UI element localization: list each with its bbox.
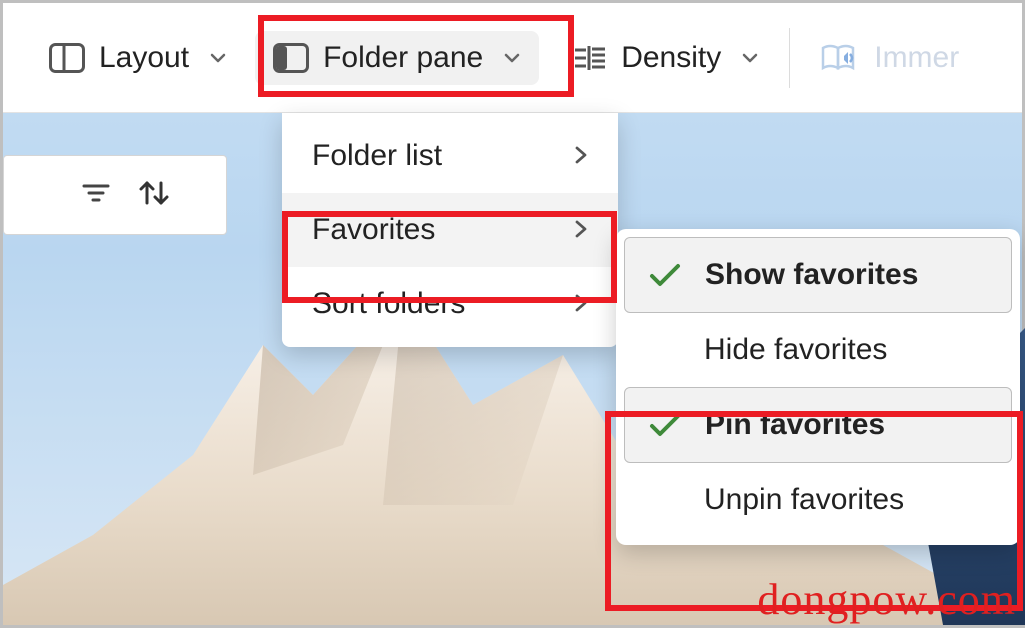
menu-item-label: Hide favorites bbox=[704, 333, 887, 367]
check-placeholder bbox=[646, 335, 682, 365]
ribbon: Layout Folder pane Dens bbox=[3, 3, 1022, 113]
density-label: Density bbox=[621, 41, 721, 75]
folder-pane-icon bbox=[273, 43, 309, 73]
menu-item-label: Pin favorites bbox=[705, 408, 885, 442]
menu-item-label: Favorites bbox=[312, 213, 435, 247]
menu-item-pin-favorites[interactable]: Pin favorites bbox=[624, 387, 1012, 463]
check-icon bbox=[647, 410, 683, 440]
chevron-right-icon bbox=[574, 213, 588, 247]
menu-item-show-favorites[interactable]: Show favorites bbox=[624, 237, 1012, 313]
menu-item-label: Show favorites bbox=[705, 258, 918, 292]
menu-item-favorites[interactable]: Favorites bbox=[282, 193, 618, 267]
immersive-reader-label: Immer bbox=[874, 41, 959, 75]
menu-item-label: Folder list bbox=[312, 139, 442, 173]
check-icon bbox=[647, 260, 683, 290]
chevron-down-icon bbox=[503, 49, 521, 67]
layout-icon bbox=[49, 43, 85, 73]
density-icon bbox=[573, 43, 607, 73]
density-button[interactable]: Density bbox=[555, 31, 777, 85]
immersive-reader-button[interactable]: Immer bbox=[802, 31, 977, 85]
filter-icon[interactable] bbox=[82, 181, 110, 210]
folder-pane-button[interactable]: Folder pane bbox=[255, 31, 539, 85]
chevron-right-icon bbox=[574, 287, 588, 321]
check-placeholder bbox=[646, 485, 682, 515]
folder-pane-menu: Folder list Favorites Sort folders bbox=[282, 113, 618, 347]
layout-button[interactable]: Layout bbox=[31, 31, 245, 85]
favorites-submenu: Show favorites Hide favorites Pin favori… bbox=[616, 229, 1020, 545]
chevron-right-icon bbox=[574, 139, 588, 173]
menu-item-folder-list[interactable]: Folder list bbox=[282, 119, 618, 193]
menu-item-label: Sort folders bbox=[312, 287, 465, 321]
folder-pane-label: Folder pane bbox=[323, 41, 483, 75]
immersive-reader-icon bbox=[820, 42, 860, 74]
menu-item-unpin-favorites[interactable]: Unpin favorites bbox=[624, 463, 1012, 537]
layout-label: Layout bbox=[99, 41, 189, 75]
chevron-down-icon bbox=[209, 49, 227, 67]
message-list-toolbar bbox=[3, 155, 227, 235]
chevron-down-icon bbox=[741, 49, 759, 67]
menu-item-label: Unpin favorites bbox=[704, 483, 904, 517]
menu-item-sort-folders[interactable]: Sort folders bbox=[282, 267, 618, 341]
menu-item-hide-favorites[interactable]: Hide favorites bbox=[624, 313, 1012, 387]
ribbon-separator bbox=[789, 28, 790, 88]
sort-icon[interactable] bbox=[138, 178, 170, 213]
